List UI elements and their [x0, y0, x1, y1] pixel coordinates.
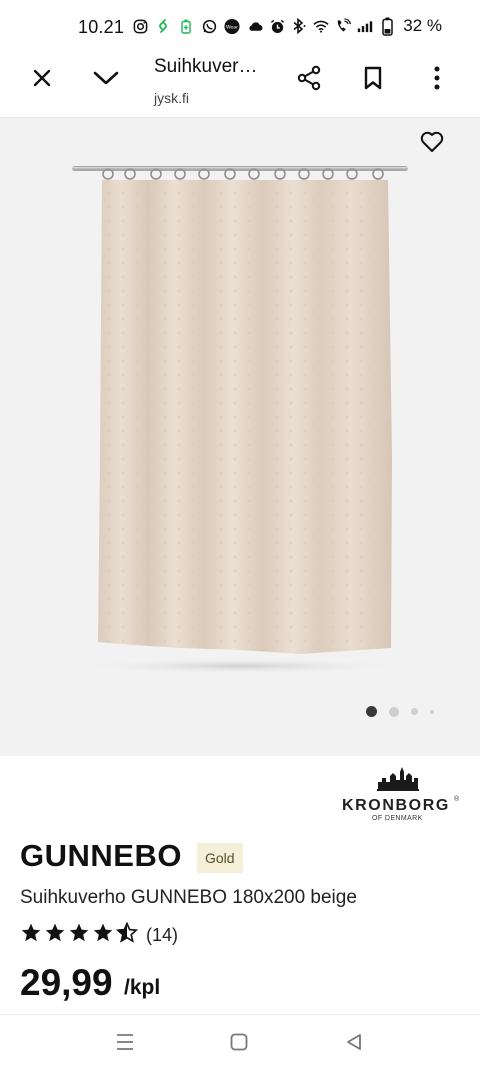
- recent-apps-icon: [115, 1033, 135, 1056]
- instagram-icon: [132, 18, 148, 34]
- home-button[interactable]: [226, 1031, 252, 1057]
- more-vertical-icon: [434, 66, 440, 95]
- whatsapp-icon: [201, 18, 217, 34]
- bluetooth-icon: [291, 18, 307, 34]
- battery-percentage: 32 %: [403, 16, 442, 35]
- back-button[interactable]: [341, 1031, 367, 1057]
- product-rating[interactable]: (14): [20, 922, 178, 949]
- battery-saver-icon: [178, 18, 194, 34]
- home-icon: [230, 1033, 248, 1056]
- status-notification-icons: Wear: [132, 18, 263, 34]
- bookmark-icon: [363, 66, 383, 95]
- status-system-icons: 32 %: [269, 16, 442, 36]
- minimize-tab-button[interactable]: [86, 60, 126, 100]
- rating-count[interactable]: (14): [146, 925, 178, 946]
- battery-icon: [379, 17, 395, 36]
- back-icon: [345, 1033, 363, 1056]
- pagination-dot[interactable]: [411, 708, 418, 715]
- cloud-icon: [247, 18, 263, 34]
- pagination-dot[interactable]: [430, 709, 434, 714]
- add-to-wishlist-button[interactable]: [418, 130, 446, 158]
- page-title[interactable]: Suihkuver…: [154, 56, 258, 78]
- pagination-dot-active[interactable]: [366, 706, 377, 717]
- product-price: 29,99: [20, 962, 113, 1003]
- product-image-gallery[interactable]: [0, 118, 480, 756]
- status-bar: 10.21 Wear 32 %: [0, 0, 480, 56]
- share-button[interactable]: [289, 60, 329, 100]
- star-rating-icons: [20, 922, 138, 949]
- wifi-calling-icon: [335, 18, 352, 34]
- shower-curtain-image[interactable]: [60, 158, 420, 688]
- quality-badge: Gold: [197, 843, 243, 873]
- brand-name: KRONBORG: [342, 797, 450, 814]
- wear-icon: Wear: [224, 18, 240, 34]
- castle-icon: [376, 766, 420, 797]
- svg-text:Wear: Wear: [226, 24, 238, 30]
- bookmark-button[interactable]: [353, 60, 393, 100]
- chevron-down-icon: [93, 70, 119, 91]
- wifi-icon: [313, 18, 329, 34]
- heart-icon: [420, 131, 444, 158]
- signal-icon: [357, 18, 373, 34]
- product-name: GUNNEBO: [20, 838, 182, 873]
- brand-logo[interactable]: KRONBORG ® OF DENMARK: [336, 766, 462, 828]
- close-button[interactable]: [22, 60, 62, 100]
- pagination-dot[interactable]: [389, 706, 399, 717]
- product-description: Suihkuverho GUNNEBO 180x200 beige: [20, 887, 357, 908]
- custom-tab-toolbar: Suihkuver… jysk.fi: [0, 56, 480, 118]
- close-icon: [32, 68, 52, 93]
- alarm-icon: [269, 18, 285, 34]
- share-icon: [296, 65, 322, 96]
- recent-apps-button[interactable]: [112, 1031, 138, 1057]
- status-time: 10.21: [78, 17, 125, 37]
- brand-subtitle: OF DENMARK: [372, 815, 423, 822]
- registered-mark: ®: [454, 796, 460, 803]
- price-unit: /kpl: [124, 976, 161, 999]
- more-options-button[interactable]: [417, 60, 457, 100]
- system-navigation-bar: [0, 1014, 480, 1072]
- gallery-pagination[interactable]: [366, 706, 434, 717]
- shazam-icon: [155, 18, 171, 34]
- page-url[interactable]: jysk.fi: [154, 90, 189, 106]
